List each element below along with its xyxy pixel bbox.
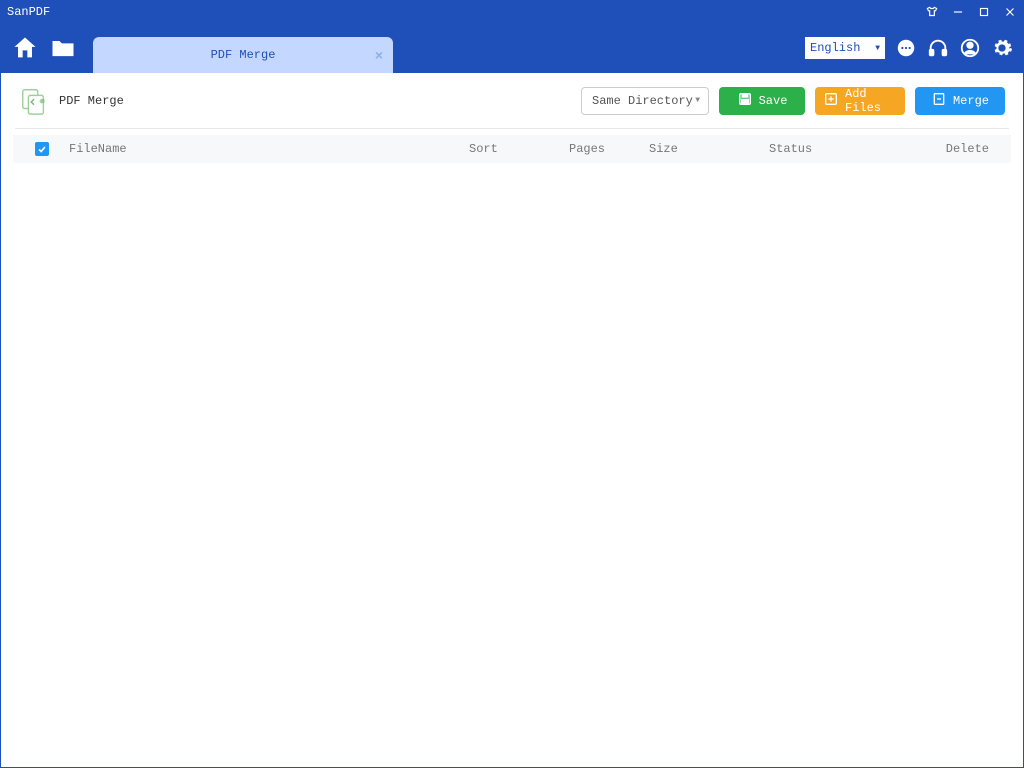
column-filename: FileName <box>69 142 469 156</box>
titlebar-right <box>925 5 1017 19</box>
toolbar-title: PDF Merge <box>59 94 124 108</box>
merge-label: Merge <box>953 94 989 108</box>
tab-label: PDF Merge <box>211 48 276 62</box>
tab-pdf-merge[interactable]: PDF Merge × <box>93 37 393 73</box>
header: PDF Merge × English <box>1 23 1023 73</box>
toolbar-left: + PDF Merge <box>19 86 124 116</box>
add-files-label: Add Files <box>845 87 897 115</box>
chat-icon[interactable] <box>895 37 917 59</box>
table-header: FileName Sort Pages Size Status Delete <box>13 135 1011 163</box>
home-icon[interactable] <box>11 34 39 62</box>
titlebar: SanPDF <box>1 1 1023 23</box>
column-pages: Pages <box>569 142 649 156</box>
column-delete: Delete <box>909 142 989 156</box>
app-window: SanPDF PDF Merge <box>0 0 1024 768</box>
folder-icon[interactable] <box>49 34 77 62</box>
maximize-icon[interactable] <box>977 5 991 19</box>
toolbar: + PDF Merge Same Directory Save Add File… <box>1 73 1023 128</box>
user-icon[interactable] <box>959 37 981 59</box>
separator <box>15 128 1009 129</box>
directory-label: Same Directory <box>592 94 693 108</box>
app-title: SanPDF <box>7 5 50 19</box>
select-all-cell <box>35 142 69 156</box>
gear-icon[interactable] <box>991 37 1013 59</box>
titlebar-left: SanPDF <box>7 5 50 19</box>
merge-doc-icon <box>931 91 947 111</box>
minimize-icon[interactable] <box>951 5 965 19</box>
add-files-button[interactable]: Add Files <box>815 87 905 115</box>
column-status: Status <box>769 142 909 156</box>
svg-text:+: + <box>40 99 43 104</box>
merge-button[interactable]: Merge <box>915 87 1005 115</box>
header-right: English <box>805 37 1013 59</box>
directory-select[interactable]: Same Directory <box>581 87 709 115</box>
language-select[interactable]: English <box>805 37 885 59</box>
save-disk-icon <box>737 91 753 111</box>
header-left: PDF Merge × <box>11 23 393 73</box>
headphones-icon[interactable] <box>927 37 949 59</box>
language-label: English <box>810 41 860 55</box>
save-label: Save <box>759 94 788 108</box>
pdf-merge-icon: + <box>19 86 49 116</box>
tshirt-icon[interactable] <box>925 5 939 19</box>
column-sort: Sort <box>469 142 569 156</box>
plus-square-icon <box>823 91 839 111</box>
tab-close-icon[interactable]: × <box>375 47 383 63</box>
close-icon[interactable] <box>1003 5 1017 19</box>
select-all-checkbox[interactable] <box>35 142 49 156</box>
toolbar-right: Same Directory Save Add Files Merge <box>581 87 1005 115</box>
save-button[interactable]: Save <box>719 87 805 115</box>
empty-content <box>13 163 1011 755</box>
column-size: Size <box>649 142 769 156</box>
